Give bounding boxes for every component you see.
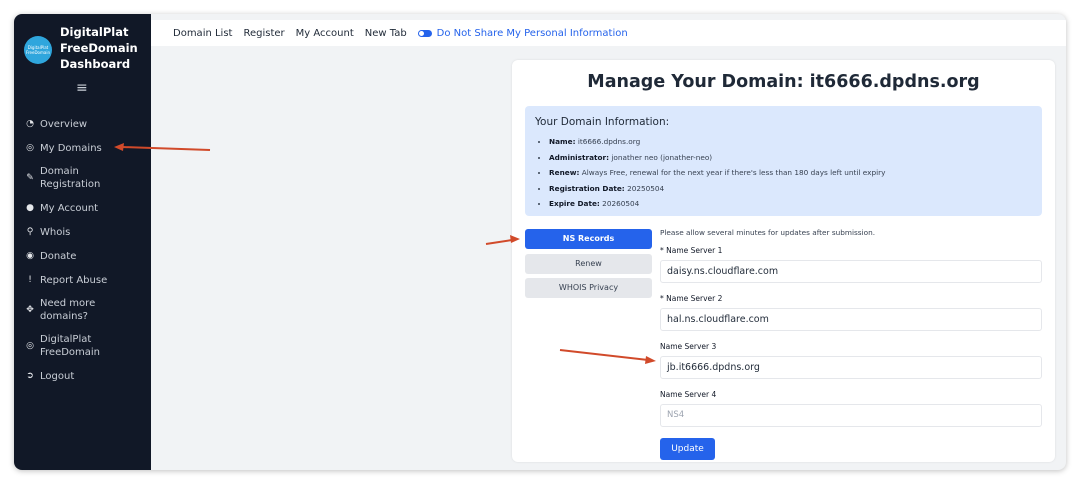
info-item-renew: Renew: Always Free, renewal for the next… — [549, 165, 1032, 181]
name-server-2-label: * Name Server 2 — [660, 294, 723, 303]
sidebar-item-report-abuse[interactable]: ! Report Abuse — [14, 268, 151, 292]
sidebar-item-digitalplat-freedomain[interactable]: ◎ DigitalPlat FreeDomain — [14, 328, 151, 364]
name-server-3-label: Name Server 3 — [660, 342, 717, 351]
info-item-name: Name: it6666.dpdns.org — [549, 134, 1032, 150]
ns-records-form: Please allow several minutes for updates… — [660, 228, 1042, 460]
privacy-label: Do Not Share My Personal Information — [436, 27, 628, 39]
sidebar-item-label: Overview — [40, 118, 88, 130]
search-icon: ⚲ — [26, 226, 34, 237]
sidebar-item-my-account[interactable]: ● My Account — [14, 196, 151, 220]
nav-link-new-tab[interactable]: New Tab — [365, 28, 407, 39]
name-server-2-input[interactable]: hal.ns.cloudflare.com — [660, 308, 1042, 331]
sidebar-item-my-domains[interactable]: ◎ My Domains — [14, 136, 151, 160]
nav-link-domain-list[interactable]: Domain List — [173, 28, 232, 39]
sidebar: DigitalPlat FreeDomain DigitalPlat FreeD… — [14, 14, 151, 470]
name-server-1-label: * Name Server 1 — [660, 246, 723, 255]
sidebar-item-need-more-domains[interactable]: ✥ Need more domains? — [14, 292, 151, 328]
sidebar-item-label: Domain Registration — [40, 166, 101, 190]
sidebar-item-label: My Account — [40, 202, 99, 214]
brand-title[interactable]: DigitalPlat FreeDomain Dashboard — [60, 24, 138, 72]
page-title: Manage Your Domain: it6666.dpdns.org — [587, 72, 980, 92]
sidebar-item-label: Logout — [40, 370, 75, 382]
tab-ns-records[interactable]: NS Records — [525, 229, 652, 249]
sidebar-item-domain-registration[interactable]: ✎ Domain Registration — [14, 160, 151, 196]
globe-icon: ◎ — [26, 340, 34, 351]
tab-whois-privacy[interactable]: WHOIS Privacy — [525, 278, 652, 298]
nav-link-my-account[interactable]: My Account — [296, 28, 354, 39]
tab-renew[interactable]: Renew — [525, 254, 652, 274]
info-item-administrator: Administrator: jonather neo (jonather-ne… — [549, 150, 1032, 166]
donate-icon: ◉ — [26, 250, 34, 261]
info-item-registration-date: Registration Date: 20250504 — [549, 181, 1032, 197]
nav-link-register[interactable]: Register — [243, 28, 284, 39]
sidebar-item-label: Report Abuse — [40, 274, 108, 286]
info-list: Name: it6666.dpdns.org Administrator: jo… — [535, 134, 1032, 212]
privacy-link[interactable]: Do Not Share My Personal Information — [417, 27, 628, 39]
sidebar-item-label: My Domains — [40, 142, 102, 154]
name-server-4-label: Name Server 4 — [660, 390, 717, 399]
domain-info-panel: Your Domain Information: Name: it6666.dp… — [525, 106, 1042, 216]
sidebar-item-overview[interactable]: ◔ Overview — [14, 112, 151, 136]
hamburger-icon[interactable]: ≡ — [76, 80, 88, 96]
sidebar-item-label: Donate — [40, 250, 77, 262]
name-server-3-input[interactable]: jb.it6666.dpdns.org — [660, 356, 1042, 379]
brand: DigitalPlat FreeDomain DigitalPlat FreeD… — [24, 24, 149, 84]
logout-icon: ➲ — [26, 370, 34, 381]
sidebar-nav: ◔ Overview ◎ My Domains ✎ Domain Registr… — [14, 112, 151, 388]
sidebar-item-logout[interactable]: ➲ Logout — [14, 364, 151, 388]
app-window: DigitalPlat FreeDomain DigitalPlat FreeD… — [14, 14, 1066, 470]
sidebar-item-donate[interactable]: ◉ Donate — [14, 244, 151, 268]
user-icon: ● — [26, 202, 34, 213]
update-button[interactable]: Update — [660, 438, 715, 460]
update-note: Please allow several minutes for updates… — [660, 228, 876, 237]
brand-logo[interactable]: DigitalPlat FreeDomain — [24, 36, 52, 64]
dashboard-icon: ◔ — [26, 118, 34, 129]
info-item-expire-date: Expire Date: 20260504 — [549, 196, 1032, 212]
name-server-1-input[interactable]: daisy.ns.cloudflare.com — [660, 260, 1042, 283]
sidebar-item-label: Whois — [40, 226, 71, 238]
top-nav: Domain List Register My Account New Tab … — [151, 20, 1066, 46]
manage-domain-card: Manage Your Domain: it6666.dpdns.org You… — [512, 60, 1055, 462]
name-server-4-input[interactable]: NS4 — [660, 404, 1042, 427]
sidebar-item-label: DigitalPlat FreeDomain — [40, 334, 101, 358]
move-icon: ✥ — [26, 304, 34, 315]
globe-icon: ◎ — [26, 142, 34, 153]
exclamation-icon: ! — [28, 274, 32, 285]
sidebar-item-label: Need more domains? — [40, 298, 96, 322]
toggle-icon — [417, 29, 432, 37]
edit-icon: ✎ — [26, 172, 34, 183]
sidebar-item-whois[interactable]: ⚲ Whois — [14, 220, 151, 244]
info-heading: Your Domain Information: — [535, 116, 670, 128]
